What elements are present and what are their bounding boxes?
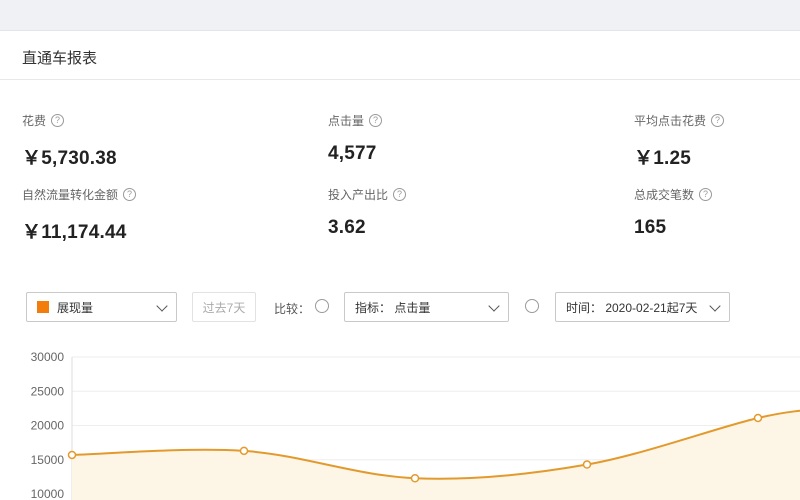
question-circle-icon[interactable]: ? bbox=[711, 113, 725, 127]
metric-value: 4,577 bbox=[328, 143, 377, 164]
metric-natural-conversion: 自然流量转化金额? ￥11,174.44 bbox=[22, 187, 137, 244]
y-tick-label: 20000 bbox=[31, 419, 65, 433]
metric-total-orders: 总成交笔数? 165 bbox=[634, 187, 713, 239]
question-circle-icon[interactable]: ? bbox=[51, 113, 65, 127]
metric-clicks: 点击量? 4,577 bbox=[328, 113, 383, 165]
y-tick-label: 25000 bbox=[31, 384, 65, 398]
y-tick-label: 30000 bbox=[31, 350, 65, 364]
y-tick-label: 10000 bbox=[31, 487, 65, 500]
time-select-value: 时间： 2020-02-21起7天 bbox=[566, 300, 698, 315]
chevron-down-icon bbox=[709, 300, 721, 312]
indicator-select-value: 指标： 点击量 bbox=[355, 300, 431, 315]
past-7-days-button[interactable]: 过去7天 bbox=[192, 292, 256, 322]
panel-title: 直通车报表 bbox=[22, 50, 98, 67]
series-select[interactable]: 展现量 bbox=[26, 292, 177, 322]
metric-value: ￥11,174.44 bbox=[22, 222, 127, 243]
series-select-value: 展现量 bbox=[57, 300, 94, 315]
time-select[interactable]: 时间： 2020-02-21起7天 bbox=[555, 292, 730, 322]
series-color-swatch bbox=[37, 301, 49, 313]
chevron-down-icon bbox=[488, 300, 500, 312]
trend-chart: 10000 15000 20000 25000 30000 bbox=[31, 350, 800, 500]
metric-label: 点击量 bbox=[328, 113, 365, 128]
time-radio[interactable] bbox=[525, 299, 539, 313]
data-point[interactable] bbox=[582, 460, 592, 469]
chevron-down-icon bbox=[156, 300, 168, 312]
compare-label: 比较： bbox=[274, 302, 311, 316]
metric-value: 165 bbox=[634, 217, 667, 238]
metric-label: 平均点击花费 bbox=[634, 113, 707, 128]
metric-roi: 投入产出比? 3.62 bbox=[328, 187, 407, 239]
question-circle-icon[interactable]: ? bbox=[123, 187, 137, 201]
data-point[interactable] bbox=[239, 446, 249, 456]
metric-avg-cpc: 平均点击花费? ￥1.25 bbox=[634, 113, 725, 170]
metric-label: 投入产出比 bbox=[328, 187, 389, 202]
title-divider bbox=[0, 79, 800, 80]
metric-label: 总成交笔数 bbox=[634, 187, 695, 202]
series-area bbox=[72, 410, 800, 500]
data-point[interactable] bbox=[67, 450, 77, 460]
top-bar bbox=[0, 0, 800, 31]
data-point[interactable] bbox=[410, 473, 420, 483]
metric-value: 3.62 bbox=[328, 217, 366, 238]
question-circle-icon[interactable]: ? bbox=[393, 187, 407, 201]
metric-value: ￥5,730.38 bbox=[22, 148, 117, 169]
compare-radio[interactable] bbox=[315, 299, 329, 313]
metric-label: 自然流量转化金额 bbox=[22, 187, 119, 202]
metric-label: 花费 bbox=[22, 113, 47, 128]
question-circle-icon[interactable]: ? bbox=[369, 113, 383, 127]
metric-value: ￥1.25 bbox=[634, 148, 691, 169]
y-tick-label: 15000 bbox=[31, 453, 65, 467]
metric-spend: 花费? ￥5,730.38 bbox=[22, 113, 117, 170]
data-point[interactable] bbox=[753, 413, 763, 423]
question-circle-icon[interactable]: ? bbox=[699, 187, 713, 201]
indicator-select[interactable]: 指标： 点击量 bbox=[344, 292, 509, 322]
